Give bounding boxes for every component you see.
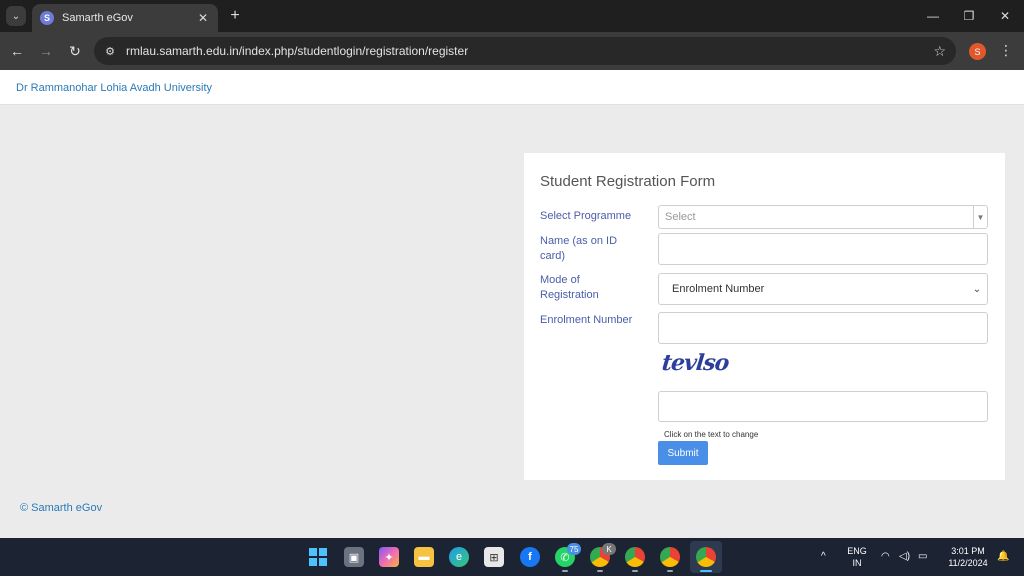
site-info-icon[interactable]: ⚙ <box>102 43 118 59</box>
edge-browser-icon[interactable]: e <box>449 547 469 567</box>
mode-label-line1: Mode of <box>540 274 580 286</box>
notification-bell-icon[interactable]: 🔔 <box>997 551 1009 562</box>
mode-label: Mode of Registration <box>540 273 640 303</box>
whatsapp-icon[interactable]: ✆ 75 <box>555 543 581 567</box>
start-menu-icon[interactable] <box>308 547 328 567</box>
mode-label-line2: Registration <box>540 289 599 301</box>
language-indicator[interactable]: ENG IN <box>843 545 871 569</box>
chrome-profile-running-indicator <box>667 570 673 572</box>
samarth-favicon-icon: S <box>40 11 54 25</box>
name-label-line2: card) <box>540 250 566 262</box>
restore-icon[interactable]: ❐ <box>961 8 977 24</box>
window-close-icon[interactable]: ✕ <box>997 8 1013 24</box>
new-tab-icon[interactable]: + <box>226 7 244 25</box>
name-label: Name (as on ID card) <box>540 234 640 264</box>
captcha-image[interactable]: tevlso <box>661 350 730 376</box>
chrome-running-indicator <box>632 570 638 572</box>
language-line2: IN <box>852 558 862 568</box>
mode-select-value: Enrolment Number <box>672 283 765 295</box>
browser-menu-icon[interactable]: ⋮ <box>998 42 1014 59</box>
chrome-active-icon[interactable] <box>696 547 716 567</box>
language-line1: ENG <box>847 546 867 556</box>
whatsapp-running-indicator <box>562 570 568 572</box>
address-bar[interactable]: ⚙ rmlau.samarth.edu.in/index.php/student… <box>94 37 956 65</box>
forward-arrow-icon[interactable]: → <box>37 42 55 60</box>
registration-mode-select[interactable]: Enrolment Number ⌄ <box>658 273 988 305</box>
chrome-profile-icon[interactable] <box>660 547 680 567</box>
url-text[interactable]: rmlau.samarth.edu.in/index.php/studentlo… <box>126 44 933 58</box>
dropdown-arrow-icon[interactable]: ▼ <box>973 206 987 228</box>
browser-tab-strip: ⌄ S Samarth eGov ✕ + — ❐ ✕ <box>0 0 1024 32</box>
task-view-icon[interactable]: ▣ <box>344 547 364 567</box>
programme-select[interactable]: Select ▼ <box>658 205 988 229</box>
whatsapp-unread-badge: 75 <box>567 543 581 555</box>
copilot-icon[interactable]: ✦ <box>379 547 399 567</box>
tab-close-icon[interactable]: ✕ <box>196 11 210 25</box>
name-label-line1: Name (as on ID <box>540 235 618 247</box>
file-explorer-icon[interactable]: ▬ <box>414 547 434 567</box>
programme-placeholder: Select <box>665 211 696 223</box>
captcha-input[interactable] <box>658 391 988 422</box>
programme-label: Select Programme <box>540 210 632 222</box>
microsoft-store-icon[interactable]: ⊞ <box>484 547 504 567</box>
submit-button[interactable]: Submit <box>658 441 708 465</box>
tab-search-icon[interactable]: ⌄ <box>6 6 26 26</box>
windows-taskbar: ▣ ✦ ▬ e ⊞ f ✆ 75 K ^ ENG IN ◠ ◁) ▭ 3:01 … <box>0 538 1024 576</box>
clock-date: 11/2/2024 <box>948 558 988 568</box>
chrome-active-indicator <box>700 570 712 572</box>
facebook-icon[interactable]: f <box>520 547 540 567</box>
tab-title: Samarth eGov <box>62 12 133 24</box>
enrolment-label: Enrolment Number <box>540 314 633 326</box>
captcha-hint: Click on the text to change <box>664 430 759 439</box>
clock-time: 3:01 PM <box>951 546 985 556</box>
minimize-icon[interactable]: — <box>925 8 941 24</box>
site-header: Dr Rammanohar Lohia Avadh University <box>0 70 1024 105</box>
chevron-down-icon: ⌄ <box>972 283 982 295</box>
wifi-icon[interactable]: ◠ <box>881 551 890 562</box>
chrome-k-running-indicator <box>597 570 603 572</box>
browser-tab[interactable]: S Samarth eGov ✕ <box>32 4 218 32</box>
volume-icon[interactable]: ◁) <box>899 551 910 562</box>
registration-form-panel: Student Registration Form Select Program… <box>524 153 1005 480</box>
chrome-profile-k-badge: K <box>602 543 616 555</box>
battery-icon[interactable]: ▭ <box>918 551 927 562</box>
reload-icon[interactable]: ↻ <box>66 42 84 60</box>
footer-copyright-link[interactable]: © Samarth eGov <box>20 502 102 514</box>
clock[interactable]: 3:01 PM 11/2/2024 <box>940 545 996 569</box>
browser-toolbar: ← → ↻ ⚙ rmlau.samarth.edu.in/index.php/s… <box>0 32 1024 70</box>
back-arrow-icon[interactable]: ← <box>8 42 26 60</box>
bookmark-star-icon[interactable]: ☆ <box>933 43 946 60</box>
name-input[interactable] <box>658 233 988 265</box>
chrome-icon[interactable] <box>625 547 645 567</box>
profile-avatar[interactable]: S <box>969 43 986 60</box>
university-brand-link[interactable]: Dr Rammanohar Lohia Avadh University <box>16 82 212 94</box>
show-hidden-icons-chevron-icon[interactable]: ^ <box>821 551 826 562</box>
enrolment-number-input[interactable] <box>658 312 988 344</box>
chrome-profile-k-icon[interactable]: K <box>590 543 616 567</box>
form-title: Student Registration Form <box>540 173 716 190</box>
